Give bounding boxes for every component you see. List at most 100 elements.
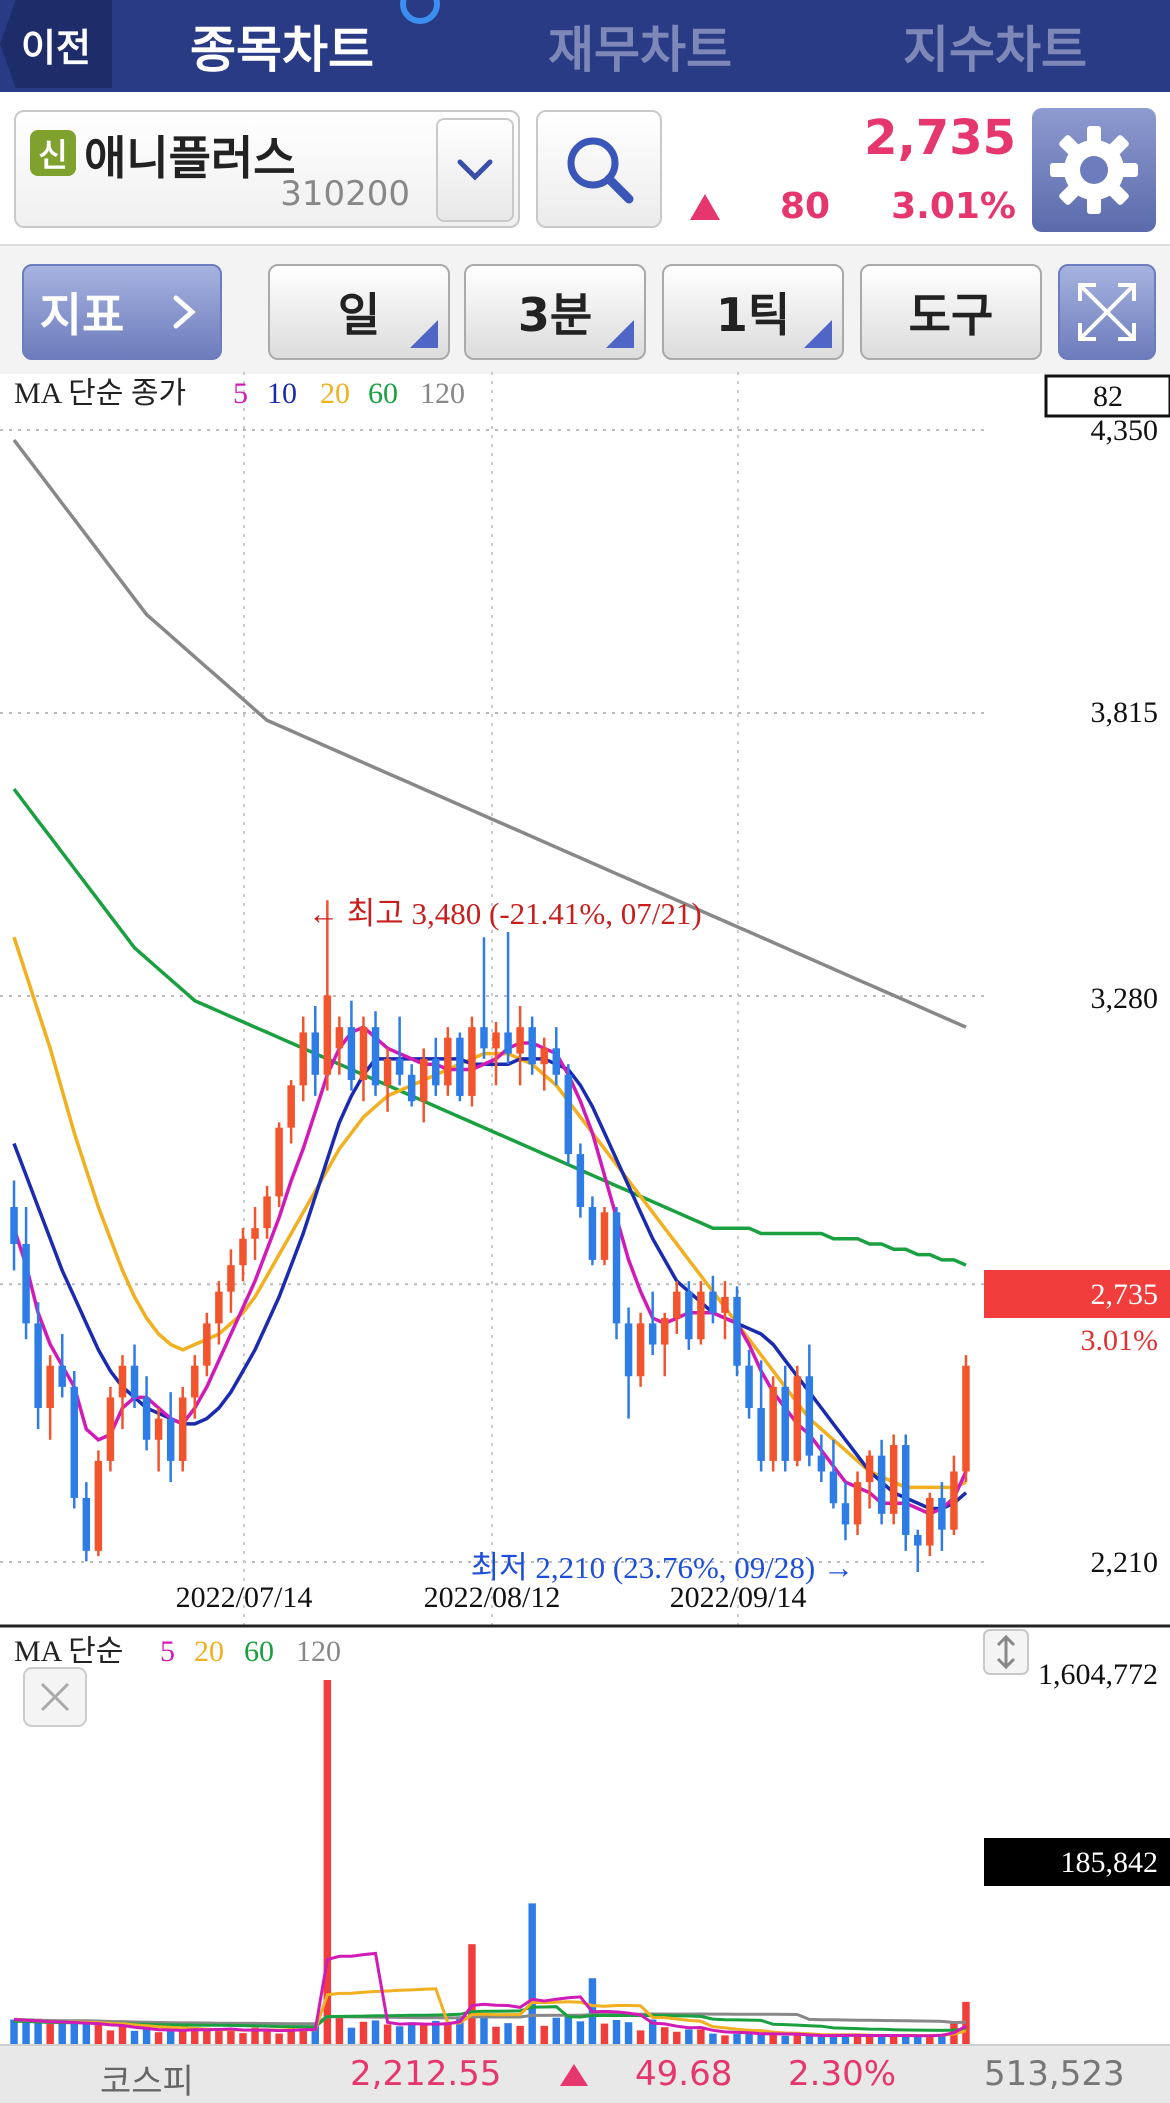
candle-body — [215, 1291, 223, 1324]
index-value: 2,212.55 — [350, 2054, 502, 2094]
dropdown-corner-icon — [606, 320, 634, 348]
volume-bar — [347, 2027, 356, 2044]
candle-body — [757, 1408, 765, 1461]
candle-body — [962, 1365, 970, 1472]
stock-name: 애니플러스 — [84, 131, 296, 185]
candle-body — [697, 1291, 705, 1340]
stock-code: 310200 — [280, 174, 410, 214]
candle-body — [889, 1445, 898, 1514]
chevron-right-icon — [173, 295, 197, 329]
candle-body — [673, 1291, 681, 1319]
tick-button[interactable]: 1틱 — [662, 264, 844, 360]
volume-bar — [58, 2023, 66, 2044]
chart-svg[interactable]: MA 단순 종가 5 10 20 60 120 82 4,350 3,815 3… — [0, 372, 1170, 2044]
expand-icon — [1078, 283, 1136, 341]
volume-bar — [600, 2023, 609, 2044]
candle-body — [154, 1418, 163, 1440]
candle-body — [239, 1238, 247, 1266]
volume-bar — [877, 2036, 886, 2044]
candle-body — [178, 1397, 187, 1461]
volume-bar — [516, 2025, 524, 2044]
ma20-legend: 20 — [320, 377, 350, 410]
volume-bar — [130, 2030, 139, 2044]
vol-ma120-legend: 120 — [296, 1635, 341, 1668]
volume-bar — [10, 2019, 18, 2044]
volume-bar — [528, 1903, 536, 2044]
candle-body — [191, 1365, 199, 1398]
index-change: 49.68 — [635, 2054, 733, 2094]
ma5-line — [12, 1025, 968, 1516]
tab-index-chart[interactable]: 지수차트 — [840, 0, 1150, 92]
minute-label: 3분 — [517, 288, 593, 342]
back-button[interactable]: 이전 — [0, 0, 112, 88]
indicator-label: 지표 — [39, 288, 125, 342]
chart-area[interactable]: MA 단순 종가 5 10 20 60 120 82 4,350 3,815 3… — [0, 372, 1170, 2044]
up-arrow-icon — [690, 194, 720, 220]
fullscreen-button[interactable] — [1058, 264, 1156, 360]
vol-ma60-legend: 60 — [244, 1635, 274, 1668]
candle-body — [323, 995, 332, 1075]
volume-bar — [419, 2024, 428, 2044]
volume-bar — [757, 2034, 765, 2044]
volume-bar — [781, 2035, 789, 2044]
ma60-legend: 60 — [368, 377, 398, 410]
dropdown-corner-icon — [804, 320, 832, 348]
settings-button[interactable] — [1032, 108, 1156, 232]
candle-body — [901, 1445, 910, 1535]
candle-body — [22, 1244, 30, 1324]
candle-body — [227, 1265, 235, 1292]
stock-dropdown-button[interactable] — [436, 118, 514, 222]
index-bar: 코스피 2,212.55 49.68 2.30% 513,523 — [0, 2044, 1170, 2103]
high-annotation: ← 최고 3,480 (-21.41%, 07/21) — [308, 896, 702, 931]
volume-bar — [166, 2031, 175, 2044]
ma10-legend: 10 — [267, 377, 297, 410]
index-change-pct: 2.30% — [788, 2054, 897, 2094]
volume-bar — [685, 2029, 693, 2044]
candle-body — [516, 1027, 524, 1054]
candle-body — [528, 1027, 536, 1065]
low-annotation: 최저 2,210 (23.76%, 09/28) → — [471, 1550, 854, 1585]
minute-button[interactable]: 3분 — [464, 264, 646, 360]
candle-body — [371, 1027, 380, 1086]
candle-body — [660, 1318, 669, 1345]
volume-bar — [82, 2023, 91, 2044]
search-button[interactable] — [536, 110, 662, 228]
x-tick-label: 2022/08/12 — [424, 1581, 561, 1614]
candle-body — [456, 1037, 464, 1096]
candle-body — [106, 1397, 115, 1461]
volume-bar — [371, 2020, 380, 2044]
period-day-button[interactable]: 일 — [268, 264, 450, 360]
volume-bar — [805, 2035, 814, 2044]
candle-body — [118, 1365, 127, 1398]
volume-bar — [323, 1680, 332, 2044]
candle-body — [926, 1497, 934, 1546]
close-indicator-button[interactable] — [23, 1667, 87, 1727]
counter-value: 82 — [1093, 380, 1123, 413]
indicator-button[interactable]: 지표 — [22, 264, 222, 360]
volume-bar — [299, 2029, 307, 2044]
volume-bar — [395, 2026, 404, 2044]
tab-stock-chart[interactable]: 종목차트 — [132, 0, 440, 92]
candle-body — [203, 1323, 211, 1366]
last-volume-label: 185,842 — [1061, 1846, 1159, 1879]
index-volume: 513,523 — [984, 2054, 1125, 2094]
stock-selector[interactable]: 신 애니플러스 310200 — [14, 110, 520, 228]
candle-body — [781, 1386, 789, 1461]
candle-body — [407, 1074, 416, 1102]
volume-bar — [769, 2034, 777, 2044]
tab-financial-chart[interactable]: 재무차트 — [490, 0, 790, 92]
stock-info-bar: 신 애니플러스 310200 2,735 80 3.01% — [0, 92, 1170, 244]
volume-legend-title: MA 단순 — [14, 1635, 123, 1668]
candle-body — [444, 1037, 452, 1086]
volume-bar — [203, 2029, 211, 2044]
candle-body — [383, 1058, 392, 1086]
volume-bar — [576, 2021, 585, 2044]
last-pct-label: 3.01% — [1081, 1324, 1159, 1357]
candle-body — [745, 1365, 753, 1409]
candle-body — [588, 1207, 597, 1260]
candle-body — [82, 1497, 91, 1551]
y-tick-label: 4,350 — [1091, 414, 1159, 447]
tools-button[interactable]: 도구 — [860, 264, 1042, 360]
resize-handle[interactable] — [983, 1629, 1029, 1675]
candle-body — [817, 1455, 826, 1472]
